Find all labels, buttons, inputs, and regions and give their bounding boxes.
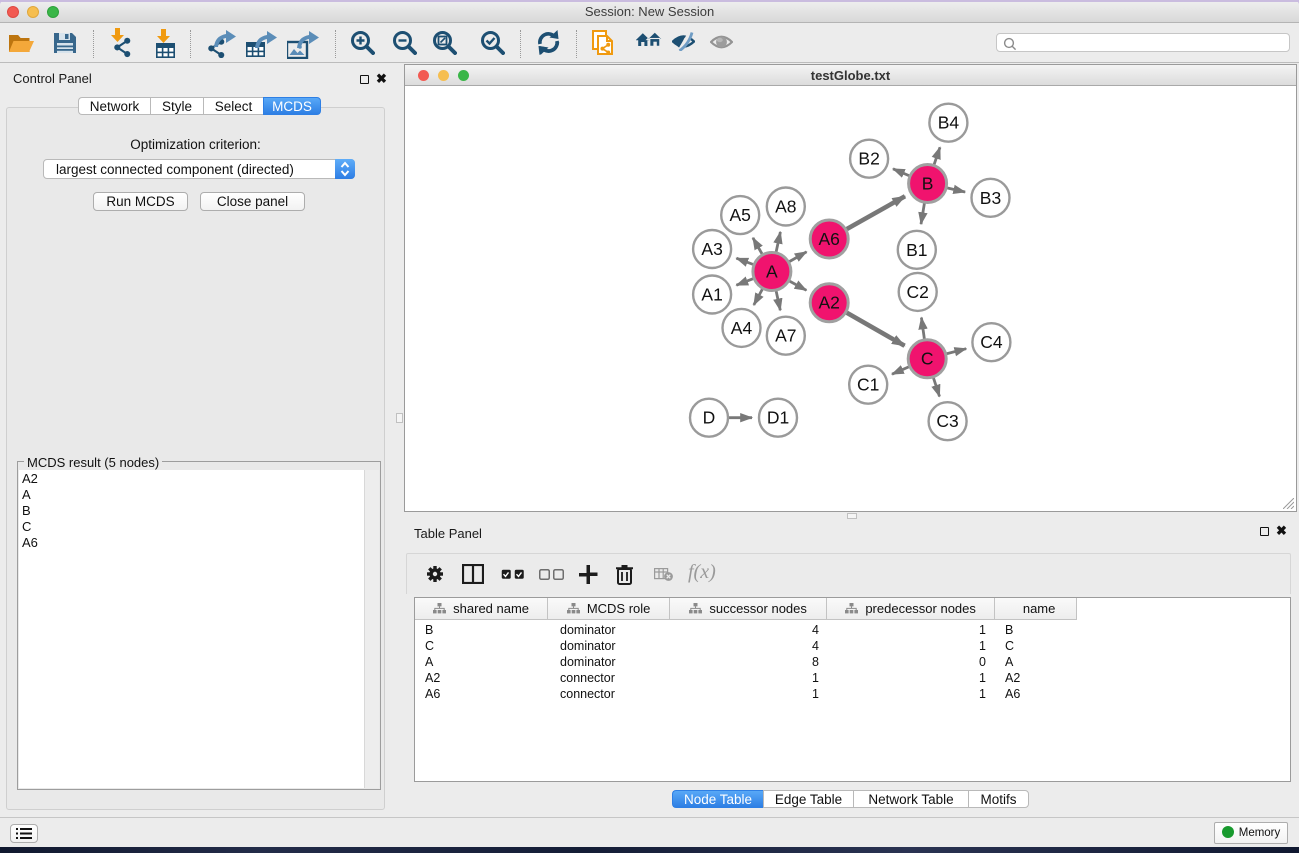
svg-text:A7: A7 — [775, 326, 796, 346]
svg-text:C2: C2 — [907, 282, 929, 302]
svg-text:A6: A6 — [818, 229, 839, 249]
svg-text:C4: C4 — [980, 332, 1003, 352]
svg-text:C1: C1 — [857, 375, 879, 395]
svg-text:A: A — [766, 262, 778, 282]
svg-text:A5: A5 — [729, 205, 750, 225]
svg-text:B1: B1 — [906, 240, 927, 260]
svg-text:B2: B2 — [858, 149, 879, 169]
svg-text:D1: D1 — [767, 408, 789, 428]
svg-text:A3: A3 — [701, 239, 722, 259]
svg-text:B: B — [922, 174, 934, 194]
svg-text:A8: A8 — [775, 197, 796, 217]
svg-text:A2: A2 — [818, 293, 839, 313]
svg-text:B3: B3 — [980, 188, 1001, 208]
svg-text:A1: A1 — [701, 285, 722, 305]
svg-text:C3: C3 — [936, 411, 958, 431]
svg-text:B4: B4 — [938, 113, 960, 133]
svg-text:A4: A4 — [731, 318, 753, 338]
svg-text:C: C — [921, 349, 934, 369]
svg-text:D: D — [703, 408, 716, 428]
